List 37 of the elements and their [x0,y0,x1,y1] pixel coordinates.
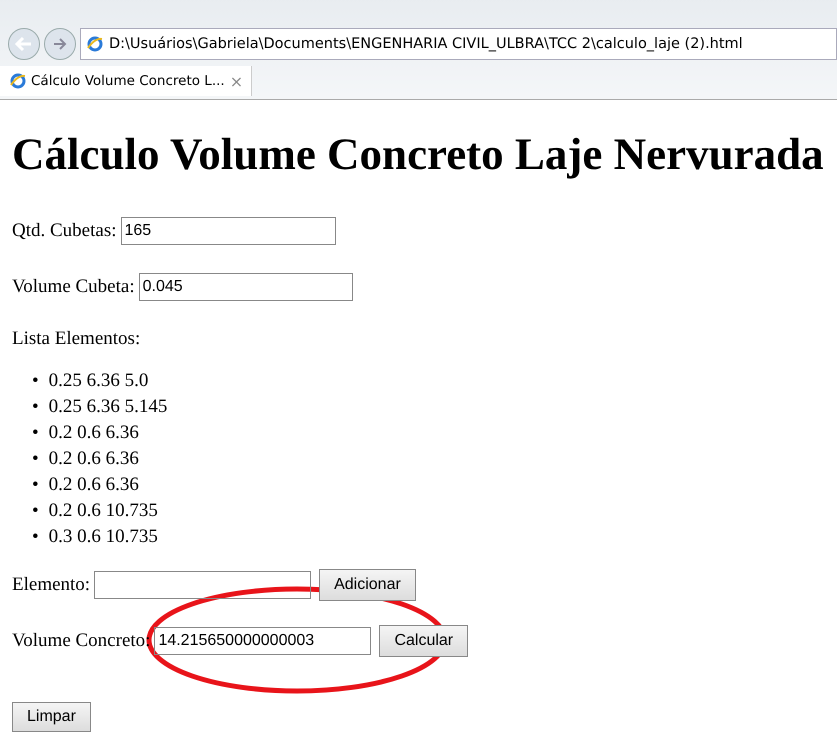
input-field[interactable]: 165 [120,217,336,245]
back-button[interactable] [8,28,40,60]
bullet: • [32,525,39,549]
browser-logo-icon [87,36,103,52]
bullet: • [32,499,39,523]
page-heading: Cálculo Volume Concreto Laje Nervurada [12,128,825,180]
forward-arrow-icon [53,38,67,50]
input-field[interactable]: 0.045 [138,273,353,301]
list-item: 0.2 0.6 6.36 [48,421,139,445]
address-bar[interactable]: D:\Usuários\Gabriela\Documents\ENGENHARIA CIVIL_ULBRA\TCC 2\calculo_laje (2).html [80,28,837,60]
close-icon[interactable]: × [230,72,244,90]
calculate-button[interactable]: Calcular [379,625,468,657]
input-field[interactable]: 14.215650000000003 [154,627,372,655]
list-item: 0.3 0.6 10.735 [48,525,158,549]
clear-button[interactable]: Limpar [12,702,91,732]
browser-logo-icon [10,73,26,89]
input-field[interactable] [94,571,312,599]
bullet: • [32,473,39,497]
list-item: 0.25 6.36 5.145 [48,395,168,419]
tab-title: Cálculo Volume Concreto L... [31,73,225,89]
field-label: Volume Cubeta: [12,276,135,298]
back-arrow-icon [15,36,33,52]
forward-button[interactable] [44,28,76,60]
bullet: • [32,369,39,393]
list-label: Lista Elementos: [12,328,142,350]
field-label: Qtd. Cubetas: [12,220,116,242]
list-item: 0.2 0.6 10.735 [48,499,158,523]
field-label: Elemento: [12,574,90,596]
list-item: 0.25 6.36 5.0 [48,369,148,393]
add-button[interactable]: Adicionar [319,569,416,601]
list-item: 0.2 0.6 6.36 [48,473,139,497]
bullet: • [32,395,39,419]
bullet: • [32,421,39,445]
address-text: D:\Usuários\Gabriela\Documents\ENGENHARIA CIVIL_ULBRA\TCC 2\calculo_laje (2).html [109,36,743,52]
browser-tab[interactable]: Cálculo Volume Concreto L... × [0,66,252,96]
list-item: 0.2 0.6 6.36 [48,447,139,471]
bullet: • [32,447,39,471]
